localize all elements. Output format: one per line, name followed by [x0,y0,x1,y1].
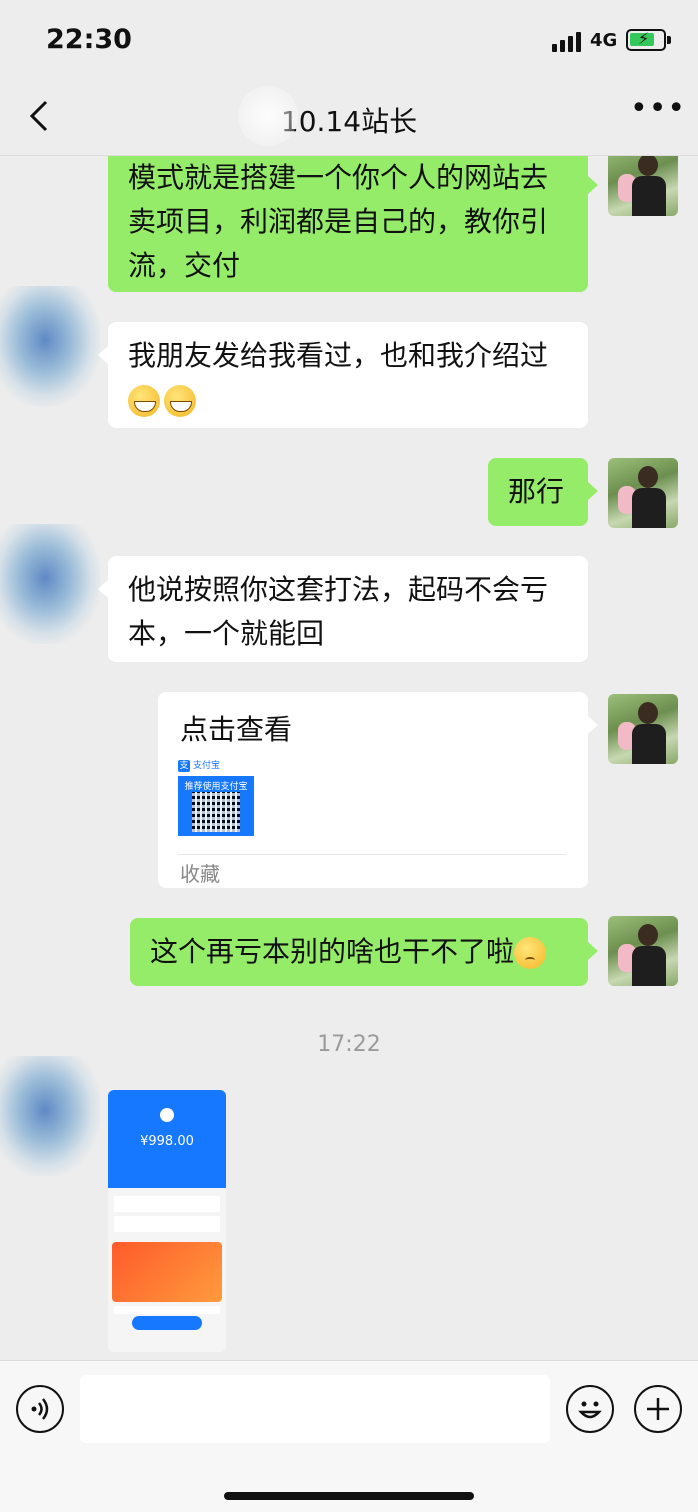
worried-face-icon [514,937,547,969]
shared-card[interactable]: 点击查看 支支付宝 推荐使用支付宝 收藏 [158,692,588,888]
message-bubble-outgoing[interactable]: 那行 [488,458,588,526]
message-text: 模式就是搭建一个你个人的网站去卖项目，利润都是自己的，教你引流，交付 [128,161,549,282]
payment-screenshot-image[interactable]: ¥998.00 [108,1090,226,1352]
message-bubble-incoming[interactable]: 我朋友发给我看过，也和我介绍过 [108,322,588,428]
chat-area[interactable]: 模式就是搭建一个你个人的网站去卖项目，利润都是自己的，教你引流，交付 我朋友发给… [0,156,698,1360]
input-bar [0,1360,698,1512]
my-avatar[interactable] [608,916,678,986]
message-bubble-outgoing[interactable]: 模式就是搭建一个你个人的网站去卖项目，利润都是自己的，教你引流，交付 [108,156,588,292]
voice-icon [31,1398,49,1420]
card-title: 点击查看 [180,713,293,746]
payment-amount: ¥998.00 [140,1134,194,1149]
message-input[interactable] [80,1375,550,1443]
grin-icon [128,385,160,417]
contact-avatar[interactable] [0,524,100,644]
battery-charging-icon: ⚡ [626,29,671,51]
message-text: 这个再亏本别的啥也干不了啦 [150,935,515,968]
home-indicator[interactable] [224,1492,474,1500]
contact-avatar[interactable] [0,286,100,406]
qr-caption: 推荐使用支付宝 [184,782,248,792]
emoji-icon [578,1401,602,1419]
message-bubble-incoming[interactable]: 他说按照你这套打法，起码不会亏本，一个就能回 [108,556,588,662]
plus-button[interactable] [634,1385,682,1433]
qr-brand: 支付宝 [193,761,221,771]
blur-smudge [238,86,298,146]
qr-code-icon [192,792,240,832]
message-text: 他说按照你这套打法，起码不会亏本，一个就能回 [128,573,549,650]
more-icon: ••• [630,91,687,126]
message-text: 那行 [508,475,565,508]
alipay-header: 支支付宝 [178,758,254,774]
more-button[interactable]: ••• [630,94,685,138]
qr-code-image[interactable]: 支支付宝 推荐使用支付宝 [178,758,254,836]
message-bubble-outgoing[interactable]: 这个再亏本别的啥也干不了啦 [130,918,588,986]
plus-icon [647,1398,669,1420]
message-timestamp: 17:22 [317,1032,381,1057]
message-text: 我朋友发给我看过，也和我介绍过 [128,339,549,372]
voice-button[interactable] [16,1385,64,1433]
chat-title: 10.14站长 [280,105,418,138]
status-bar: 22:30 4G ⚡ [0,0,698,80]
card-footer: 收藏 [180,862,220,886]
signal-icon [552,30,582,52]
grin-icon [164,385,196,417]
my-avatar[interactable] [608,458,678,528]
my-avatar[interactable] [608,156,678,216]
status-time: 22:30 [46,24,132,55]
my-avatar[interactable] [608,694,678,764]
alipay-logo-icon: 支 [178,759,190,772]
nav-bar: 10.14站长 ••• [0,80,698,156]
contact-avatar[interactable] [0,1056,100,1176]
emoji-button[interactable] [566,1385,614,1433]
card-divider [178,854,566,855]
network-label: 4G [590,30,618,51]
